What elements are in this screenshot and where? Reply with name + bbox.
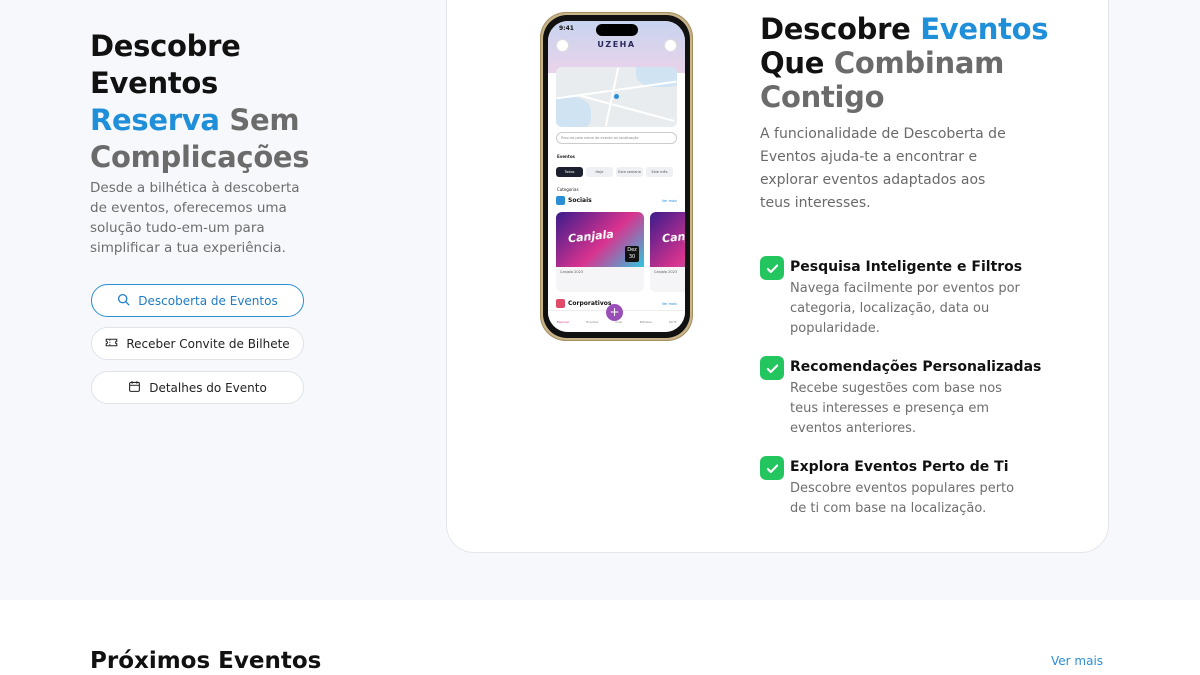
hero-title-line3: Sem — [229, 103, 300, 137]
phone-time: 9:41 — [559, 25, 574, 32]
hero-description: Desde a bilhética à descoberta de evento… — [90, 180, 300, 256]
check-icon — [760, 256, 784, 280]
ticket-invite-button[interactable]: Receber Convite de Bilhete — [91, 327, 304, 360]
chip: Todos — [556, 167, 583, 177]
feature-description: A funcionalidade de Descoberta de Evento… — [760, 126, 1006, 211]
event-details-button[interactable]: Detalhes do Evento — [91, 371, 304, 404]
notification-icon — [664, 39, 677, 52]
hero-title-line2: Eventos — [90, 66, 218, 100]
see-more-link[interactable]: Ver mais — [1051, 654, 1103, 668]
feature-item-title: Pesquisa Inteligente e Filtros — [790, 259, 1023, 275]
event-details-label: Detalhes do Evento — [149, 380, 267, 395]
check-icon — [760, 356, 784, 380]
feature-item-desc: Navega facilmente por eventos por catego… — [790, 281, 1020, 336]
hero-title: Descobre Eventos Reserva Sem Complicaçõe… — [90, 28, 390, 176]
hero-title-line4: Complicações — [90, 140, 310, 174]
feature-item-desc: Descobre eventos populares perto de ti c… — [790, 481, 1015, 516]
phone-section-social: Sociais Ver mais — [556, 196, 677, 205]
phone-event-card: Canjala Dez 30 Canjala 2023 — [556, 212, 644, 292]
feature-item-title: Recomendações Personalizadas — [790, 359, 1042, 375]
chip: Este mês — [646, 167, 673, 177]
search-icon — [117, 293, 130, 309]
hero-title-line1: Descobre — [90, 29, 241, 63]
event-discovery-label: Descoberta de Eventos — [138, 293, 278, 308]
phone-categories-label: Categorias — [557, 187, 579, 192]
phone-event-card: Canjala Canjala 2023 — [650, 212, 685, 292]
feature-title: Descobre Eventos Que Combinam Contigo — [760, 12, 1049, 114]
ticket-invite-label: Receber Convite de Bilhete — [126, 336, 290, 351]
phone-filter-chips: Todos Hoje Esta semana Este mês — [556, 167, 673, 177]
phone-screen: 9:41 UZEHA Procura pelo nome do evento o… — [548, 21, 685, 332]
phone-events-label: Eventos — [557, 154, 575, 159]
add-icon: + — [606, 304, 623, 321]
ticket-icon — [105, 336, 118, 352]
check-icon — [760, 456, 784, 480]
hero-title-highlight: Reserva — [90, 103, 220, 137]
feature-item-desc: Recebe sugestões com base nos teus inter… — [790, 381, 1002, 436]
location-pin-icon — [614, 94, 619, 99]
feature-item-title: Explora Eventos Perto de Ti — [790, 459, 1009, 475]
calendar-icon — [128, 380, 141, 396]
event-discovery-button[interactable]: Descoberta de Eventos — [91, 284, 304, 317]
phone-mockup: 9:41 UZEHA Procura pelo nome do evento o… — [540, 12, 693, 341]
chip: Esta semana — [616, 167, 643, 177]
map-preview — [556, 67, 677, 127]
chip: Hoje — [586, 167, 613, 177]
dynamic-island — [596, 24, 638, 36]
phone-search-input: Procura pelo nome do evento ou localizaç… — [556, 132, 677, 144]
upcoming-events-title: Próximos Eventos — [90, 648, 322, 674]
